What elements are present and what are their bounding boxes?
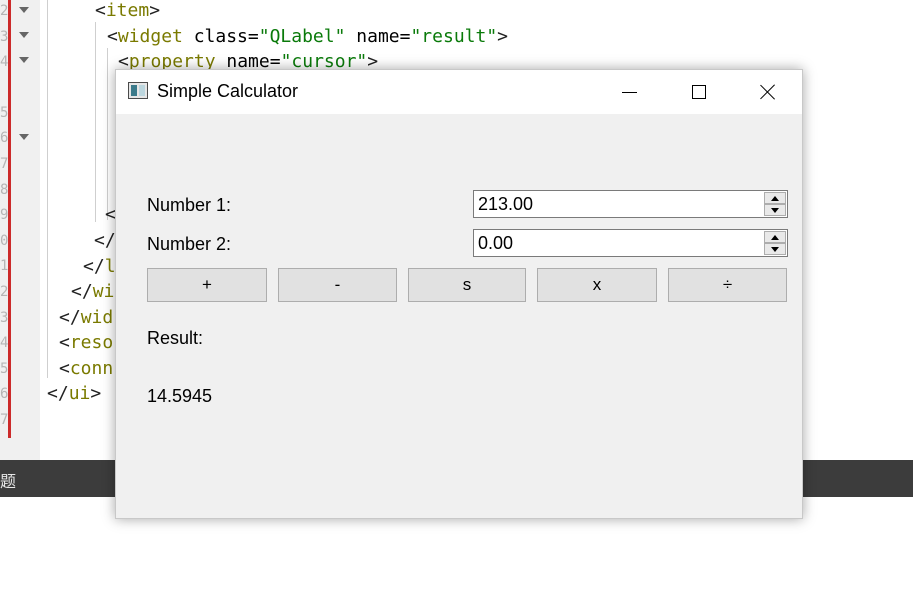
arrow-up-icon (771, 234, 779, 240)
number2-increment-button[interactable] (764, 231, 786, 243)
code-line: <item> (95, 0, 161, 21)
number1-label: Number 1: (147, 195, 232, 215)
line-number: 7 (0, 157, 8, 171)
number2-decrement-button[interactable] (764, 243, 786, 255)
number1-spinbox[interactable]: 213.00 (473, 190, 788, 218)
close-icon (760, 84, 776, 100)
line-number: 2 (0, 285, 8, 299)
number2-value[interactable]: 0.00 (478, 233, 513, 254)
code-line: </wid (59, 307, 114, 328)
line-number: 4 (0, 336, 8, 350)
title-bar[interactable]: Simple Calculator (116, 70, 802, 114)
result-value: 14.5945 (147, 386, 213, 406)
change-marker-bar (8, 0, 11, 438)
code-line: <widget class="QLabel" name="result"> (107, 26, 509, 47)
line-number: 3 (0, 311, 8, 325)
maximize-button[interactable] (676, 70, 722, 114)
line-number: 0 (0, 234, 8, 248)
close-button[interactable] (745, 70, 791, 114)
code-line: <conn (59, 358, 114, 379)
code-line: <reso (59, 332, 114, 353)
line-number: 9 (0, 208, 8, 222)
line-number: 3 (0, 30, 8, 44)
number1-decrement-button[interactable] (764, 204, 786, 216)
line-number: 6 (0, 131, 8, 145)
maximize-icon (692, 85, 706, 99)
divide-button[interactable]: ÷ (668, 268, 787, 302)
number2-label: Number 2: (147, 234, 232, 254)
arrow-up-icon (771, 195, 779, 201)
code-line: </ui> (47, 383, 102, 404)
code-line: </wi (71, 281, 115, 302)
arrow-down-icon (771, 246, 779, 252)
line-number: 5 (0, 362, 8, 376)
line-number: 8 (0, 183, 8, 197)
number1-increment-button[interactable] (764, 192, 786, 204)
line-number: 4 (0, 55, 8, 69)
number2-spinbox[interactable]: 0.00 (473, 229, 788, 257)
code-line: </ (94, 230, 116, 251)
s-button[interactable]: s (408, 268, 526, 302)
fold-arrow-icon[interactable] (19, 32, 29, 38)
line-number: 2 (0, 4, 8, 18)
arrow-down-icon (771, 207, 779, 213)
indent-guide (107, 48, 108, 220)
fold-arrow-icon[interactable] (19, 7, 29, 13)
number1-value[interactable]: 213.00 (478, 194, 533, 215)
app-icon (128, 82, 148, 99)
taskbar-label: 题 (0, 472, 17, 491)
indent-guide (95, 22, 96, 222)
fold-arrow-icon[interactable] (19, 134, 29, 140)
line-number: 7 (0, 413, 8, 427)
line-number: 5 (0, 106, 8, 120)
multiply-button[interactable]: x (537, 268, 657, 302)
line-number: 6 (0, 387, 8, 401)
window-title: Simple Calculator (157, 81, 299, 101)
subtract-button[interactable]: - (278, 268, 397, 302)
minimize-icon (621, 91, 637, 93)
fold-arrow-icon[interactable] (19, 57, 29, 63)
result-label: Result: (147, 328, 204, 348)
code-line: </l (83, 256, 116, 277)
add-button[interactable]: + (147, 268, 267, 302)
editor-gutter: 2 3 4 5 6 7 8 9 0 1 2 3 4 5 6 7 (0, 0, 40, 460)
calculator-window: Simple Calculator Number 1: 213.00 Numbe… (115, 69, 803, 519)
line-number: 1 (0, 259, 8, 273)
minimize-button[interactable] (606, 70, 652, 114)
indent-guide (47, 0, 48, 378)
